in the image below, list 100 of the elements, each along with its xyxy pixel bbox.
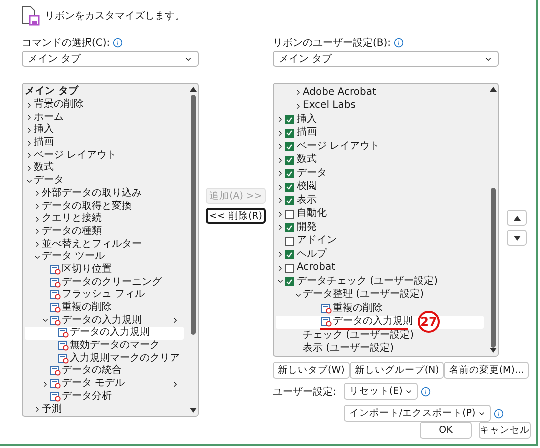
scroll-up-icon[interactable] bbox=[190, 87, 196, 92]
tree-item[interactable]: データのクリーニング bbox=[25, 276, 184, 289]
tree-item[interactable]: データの統合 bbox=[25, 365, 184, 378]
submenu-icon[interactable] bbox=[171, 380, 180, 389]
chevron-right-icon[interactable] bbox=[25, 164, 34, 173]
chevron-right-icon[interactable] bbox=[25, 113, 34, 122]
tree-item[interactable]: データ分析 bbox=[25, 390, 184, 404]
chevron-right-icon[interactable] bbox=[276, 223, 285, 232]
tree-item[interactable]: 入力規則マークのクリア bbox=[25, 352, 184, 366]
tree-item[interactable]: ホーム bbox=[25, 111, 184, 124]
chevron-right-icon[interactable] bbox=[276, 182, 285, 192]
checkbox[interactable] bbox=[285, 236, 294, 246]
tree-item[interactable]: データの入力規則 bbox=[25, 314, 184, 328]
chevron-right-icon[interactable] bbox=[33, 405, 42, 414]
chevron-right-icon[interactable] bbox=[276, 128, 285, 138]
chevron-right-icon[interactable] bbox=[41, 380, 50, 389]
tree-item[interactable]: 重複の削除 bbox=[25, 302, 184, 314]
remove-button[interactable]: << 削除(R) bbox=[206, 208, 266, 224]
move-down-button[interactable] bbox=[507, 230, 527, 246]
tree-item[interactable]: フラッシュ フィル bbox=[25, 289, 184, 302]
tree-item[interactable]: 無効データのマーク bbox=[25, 340, 184, 352]
checkbox[interactable] bbox=[285, 196, 294, 206]
chevron-right-icon[interactable] bbox=[33, 214, 42, 224]
info-icon[interactable] bbox=[420, 386, 431, 396]
tree-item[interactable]: 数式 bbox=[25, 162, 184, 175]
ok-button[interactable]: OK bbox=[420, 422, 472, 439]
tree-item[interactable]: 表示 bbox=[276, 194, 484, 208]
scroll-up-icon[interactable] bbox=[490, 87, 496, 92]
tree-item[interactable]: 校閲 bbox=[276, 180, 484, 194]
tree-item[interactable]: 背景の削除 bbox=[25, 98, 184, 112]
checkbox[interactable] bbox=[285, 210, 294, 219]
tree-item[interactable]: データチェック (ユーザー設定) bbox=[276, 275, 484, 289]
checkbox[interactable] bbox=[285, 277, 294, 286]
chevron-right-icon[interactable] bbox=[276, 264, 285, 273]
tree-item[interactable]: 並べ替えとフィルター bbox=[25, 238, 184, 251]
tree-item[interactable]: データ bbox=[276, 167, 484, 181]
checkbox[interactable] bbox=[285, 169, 294, 178]
ribbon-button[interactable]: 新しいグループ(N) bbox=[350, 362, 444, 379]
checkbox[interactable] bbox=[285, 156, 294, 165]
chevron-right-icon[interactable] bbox=[276, 115, 285, 124]
chevron-right-icon[interactable] bbox=[25, 151, 34, 160]
scroll-down-icon[interactable] bbox=[190, 408, 196, 413]
chevron-right-icon[interactable] bbox=[33, 240, 42, 250]
tree-item[interactable]: 外部データの取り込み bbox=[25, 188, 184, 200]
tree-item[interactable]: 描画 bbox=[25, 136, 184, 150]
chevron-right-icon[interactable] bbox=[294, 88, 303, 98]
cancel-button[interactable]: キャンセル bbox=[479, 422, 531, 439]
tree-item[interactable]: データ整理 (ユーザー設定) bbox=[276, 288, 484, 302]
chevron-right-icon[interactable] bbox=[276, 196, 285, 206]
tree-item[interactable]: Acrobat bbox=[276, 262, 484, 276]
tree-item[interactable]: 自動化 bbox=[276, 208, 484, 222]
chevron-right-icon[interactable] bbox=[33, 189, 42, 198]
import-export-button[interactable]: インポート/エクスポート(P) bbox=[344, 405, 491, 422]
chevron-right-icon[interactable] bbox=[25, 138, 34, 148]
chevron-right-icon[interactable] bbox=[33, 227, 42, 236]
tree-item[interactable]: 表示 (ユーザー設定) bbox=[276, 342, 484, 356]
submenu-icon[interactable] bbox=[171, 316, 180, 326]
commands-dropdown[interactable]: メイン タブ bbox=[22, 51, 199, 67]
info-icon[interactable] bbox=[394, 38, 404, 48]
tree-item[interactable]: ページ レイアウト bbox=[276, 140, 484, 154]
tree-item[interactable]: データ ツール bbox=[25, 250, 184, 264]
chevron-right-icon[interactable] bbox=[33, 202, 42, 212]
checkbox[interactable] bbox=[285, 142, 294, 152]
chevron-right-icon[interactable] bbox=[294, 102, 303, 111]
checkbox[interactable] bbox=[285, 223, 294, 232]
ribbon-button[interactable]: 名前の変更(M)... bbox=[444, 362, 530, 379]
chevron-right-icon[interactable] bbox=[25, 126, 34, 135]
chevron-right-icon[interactable] bbox=[276, 250, 285, 260]
tree-item[interactable]: データの取得と変換 bbox=[25, 200, 184, 213]
checkbox[interactable] bbox=[285, 128, 294, 138]
tree-item[interactable]: データの入力規則 bbox=[25, 327, 184, 340]
tree-item[interactable]: データ bbox=[25, 174, 184, 188]
move-up-button[interactable] bbox=[507, 210, 527, 226]
tree-item[interactable]: 数式 bbox=[276, 154, 484, 168]
tree-item[interactable]: 区切り位置 bbox=[25, 264, 184, 276]
checkbox[interactable] bbox=[285, 182, 294, 192]
tree-item[interactable]: 予測 bbox=[25, 403, 184, 416]
tree-item[interactable]: データ モデル bbox=[25, 378, 184, 390]
tree-item[interactable]: クエリと接続 bbox=[25, 212, 184, 226]
info-icon[interactable] bbox=[113, 38, 124, 48]
chevron-right-icon[interactable] bbox=[25, 100, 34, 110]
chevron-right-icon[interactable] bbox=[276, 210, 285, 219]
chevron-right-icon[interactable] bbox=[276, 142, 285, 152]
tree-item[interactable]: Adobe Acrobat bbox=[276, 86, 484, 100]
checkbox[interactable] bbox=[285, 115, 294, 124]
tree-item[interactable]: データの種類 bbox=[25, 226, 184, 238]
ribbon-button[interactable]: 新しいタブ(W) bbox=[273, 362, 350, 379]
checkbox[interactable] bbox=[285, 250, 294, 260]
scroll-down-icon[interactable] bbox=[490, 348, 496, 353]
checkbox[interactable] bbox=[285, 264, 294, 273]
info-icon[interactable] bbox=[494, 408, 504, 418]
tree-item[interactable]: 描画 bbox=[276, 126, 484, 140]
tree-item[interactable]: ヘルプ bbox=[276, 248, 484, 262]
tree-item[interactable]: Excel Labs bbox=[276, 100, 484, 114]
ribbon-dropdown[interactable]: メイン タブ bbox=[273, 51, 499, 67]
tree-item[interactable]: 挿入 bbox=[25, 124, 184, 137]
tree-item[interactable]: アドイン bbox=[276, 234, 484, 248]
tree-item[interactable]: 挿入 bbox=[276, 113, 484, 127]
reset-button[interactable]: リセット(E) bbox=[344, 383, 418, 400]
chevron-right-icon[interactable] bbox=[276, 169, 285, 178]
